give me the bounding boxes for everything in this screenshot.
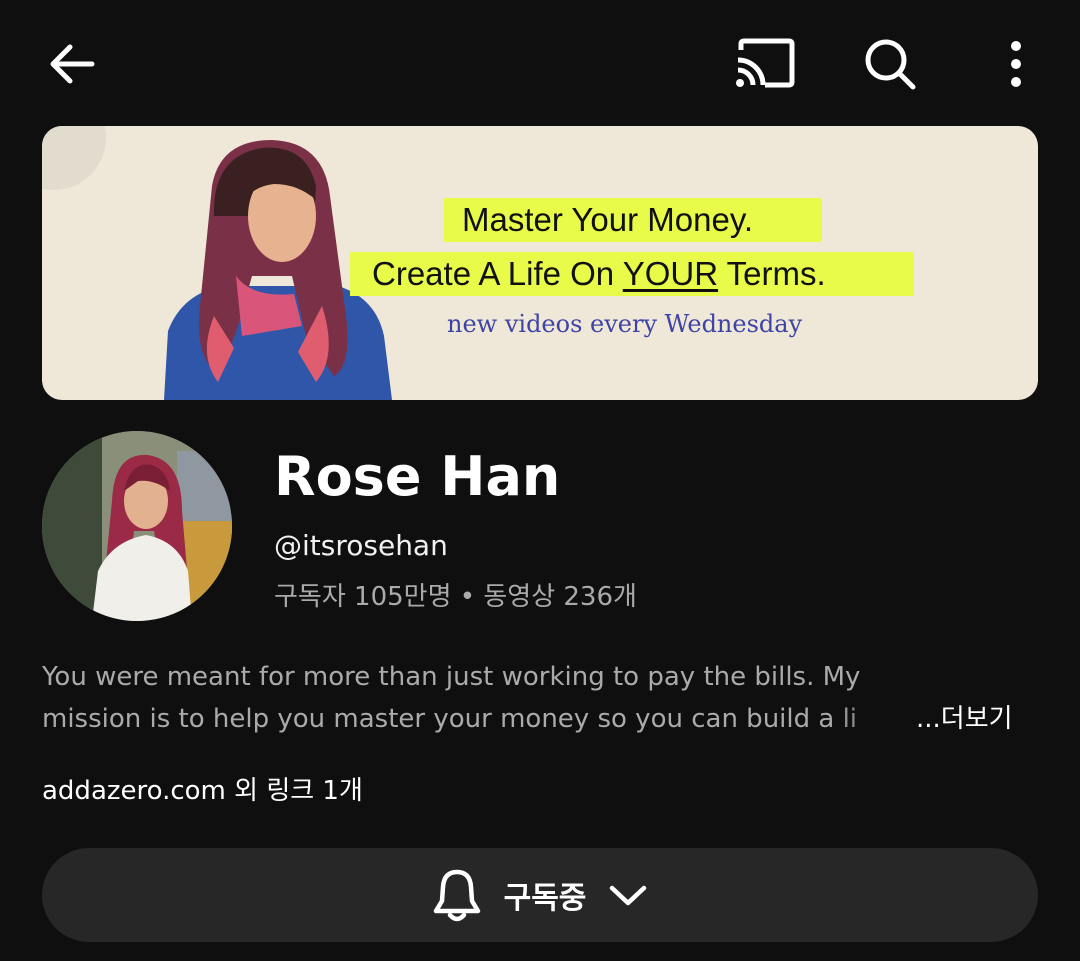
description-line-2-text: mission is to help you master your money… [42, 704, 858, 734]
chevron-down-icon [610, 885, 647, 906]
back-arrow-icon [50, 44, 95, 84]
channel-banner: Master Your Money. Create A Life On YOUR… [42, 126, 1038, 400]
channel-description[interactable]: You were meant for more than just workin… [42, 656, 1038, 740]
description-line-1: You were meant for more than just workin… [42, 662, 861, 692]
channel-avatar[interactable] [42, 431, 232, 621]
avatar-image [42, 431, 232, 621]
bell-icon [433, 869, 480, 922]
channel-name: Rose Han [274, 445, 561, 508]
cast-icon [736, 38, 795, 88]
tagline-post: Terms. [718, 255, 826, 292]
more-vert-icon [1011, 41, 1021, 87]
channel-stats: 구독자 105만명 • 동영상 236개 [274, 582, 637, 612]
banner-headline: Master Your Money. [462, 201, 754, 238]
search-button[interactable] [856, 30, 924, 98]
subscribe-label: 구독중 [503, 881, 587, 916]
channel-page: Master Your Money. Create A Life On YOUR… [0, 0, 1080, 961]
tagline-emphasis: YOUR [622, 255, 719, 292]
more-options-button[interactable] [982, 30, 1050, 98]
top-app-bar [0, 0, 1080, 126]
search-icon [865, 39, 916, 90]
tagline-pre: Create A Life On [372, 255, 623, 292]
channel-links[interactable]: addazero.com 외 링크 1개 [42, 772, 363, 810]
banner-decoration [42, 126, 106, 190]
back-button[interactable] [38, 30, 106, 98]
more-description-link[interactable]: ...더보기 [912, 698, 1013, 740]
description-line-2: mission is to help you master your money… [42, 698, 1038, 740]
banner-tagline: Create A Life On YOUR Terms. [372, 252, 826, 296]
channel-handle: @itsrosehan [274, 529, 448, 562]
subscribed-button[interactable]: 구독중 [42, 848, 1038, 942]
cast-button[interactable] [730, 30, 798, 98]
banner-schedule: new videos every Wednesday [447, 310, 803, 338]
